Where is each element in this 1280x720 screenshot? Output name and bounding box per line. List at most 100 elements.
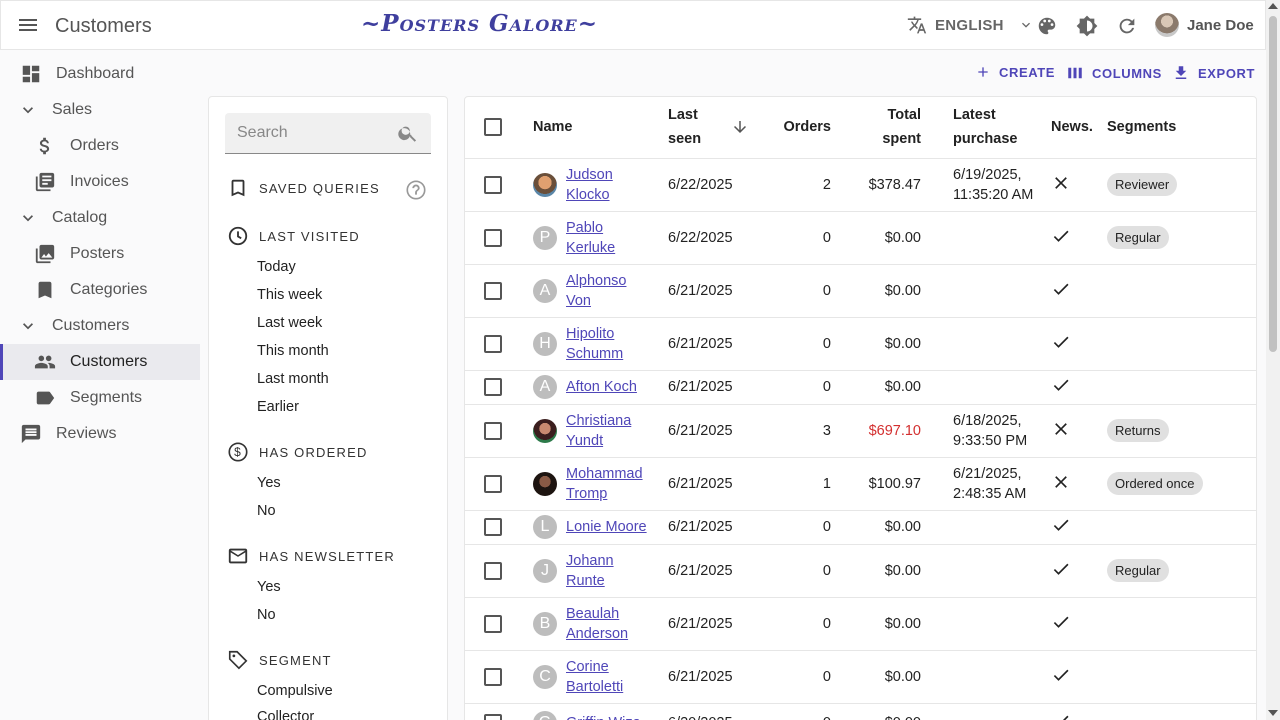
column-header-total-spent[interactable]: Total spent [831, 97, 921, 159]
table-row[interactable]: A Alphonso Von 6/21/2025 0 $0.00 [465, 264, 1256, 318]
filter-option-collector[interactable]: Collector [257, 709, 314, 720]
customer-name-link[interactable]: Hipolito [566, 324, 623, 344]
sidebar-group-customers[interactable]: Customers [0, 308, 200, 344]
table-row[interactable]: B Beaulah Anderson 6/21/2025 0 $0.00 [465, 597, 1256, 651]
customer-name-link[interactable]: Anderson [566, 624, 628, 644]
sidebar-item-customers[interactable]: Customers [0, 344, 200, 380]
row-checkbox[interactable] [484, 614, 502, 633]
select-all-checkbox[interactable] [484, 118, 502, 137]
customer-name-link[interactable]: Pablo [566, 218, 615, 238]
filter-option-last-month[interactable]: Last month [257, 371, 329, 387]
sidebar-group-sales[interactable]: Sales [0, 92, 200, 128]
menu-icon[interactable] [19, 16, 39, 36]
export-button[interactable]: EXPORT [1172, 64, 1255, 82]
theme-toggle-icon[interactable] [1076, 15, 1098, 37]
language-selector[interactable]: ENGLISH [907, 15, 1034, 35]
sidebar-item-posters[interactable]: Posters [0, 236, 200, 272]
sidebar-item-categories[interactable]: Categories [0, 272, 200, 308]
sidebar-item-reviews[interactable]: Reviews [0, 416, 200, 452]
filter-option-ordered-yes[interactable]: Yes [257, 475, 281, 491]
user-menu[interactable]: Jane Doe [1155, 13, 1254, 37]
search-icon[interactable] [397, 122, 419, 144]
scroll-up-arrow[interactable] [1268, 3, 1278, 9]
segments-cell: Returns [1107, 404, 1256, 458]
customer-name-link[interactable]: Judson [566, 165, 613, 185]
table-row[interactable]: C Corine Bartoletti 6/21/2025 0 $0.00 [465, 650, 1256, 704]
customer-name-link[interactable]: Beaulah [566, 604, 628, 624]
row-checkbox[interactable] [484, 714, 502, 720]
table-row[interactable]: Christiana Yundt 6/21/2025 3 $697.10 6/18/202… [465, 404, 1256, 458]
column-header-last-seen[interactable]: Last seen [668, 97, 771, 159]
filter-option-this-week[interactable]: This week [257, 287, 322, 303]
sidebar-item-segments[interactable]: Segments [0, 380, 200, 416]
customer-name-link[interactable]: Griffin Wiza [566, 713, 641, 720]
column-header-orders[interactable]: Orders [771, 97, 831, 159]
row-checkbox[interactable] [484, 228, 502, 247]
customer-name-link[interactable]: Mohammad [566, 464, 643, 484]
row-checkbox[interactable] [484, 561, 502, 580]
column-header-latest-purchase[interactable]: Latest purchase [921, 97, 1035, 159]
customer-name-link[interactable]: Tromp [566, 484, 643, 504]
table-row[interactable]: P Pablo Kerluke 6/22/2025 0 $0.00 Regular [465, 211, 1256, 265]
customer-name-link[interactable]: Alphonso [566, 271, 626, 291]
search-field[interactable] [225, 113, 431, 154]
customer-name-link[interactable]: Runte [566, 571, 614, 591]
table-row[interactable]: G Griffin Wiza 6/20/20250$0.00 [465, 703, 1256, 720]
column-header-newsletter[interactable]: News. [1035, 97, 1107, 159]
row-checkbox[interactable] [484, 667, 502, 686]
palette-icon[interactable] [1036, 15, 1058, 37]
row-checkbox[interactable] [484, 378, 502, 396]
search-input[interactable] [237, 124, 397, 142]
last-seen-cell: 6/21/2025 [668, 264, 771, 318]
column-header-name[interactable]: Name [520, 97, 668, 159]
filter-option-today[interactable]: Today [257, 259, 296, 275]
sidebar-item-orders[interactable]: Orders [0, 128, 200, 164]
help-icon[interactable] [405, 179, 427, 201]
customer-name-link[interactable]: Bartoletti [566, 677, 623, 697]
column-header-label: seen [668, 131, 702, 148]
customer-name-link[interactable]: Corine [566, 657, 623, 677]
customer-name-link[interactable]: Johann [566, 551, 614, 571]
table-row[interactable]: A Afton Koch 6/21/2025 0 $0.00 [465, 370, 1256, 405]
last-seen-cell: 6/21/2025 [668, 317, 771, 371]
customer-name-link[interactable]: Kerluke [566, 238, 615, 258]
customer-name-link[interactable]: Von [566, 291, 626, 311]
create-label: CREATE [999, 64, 1056, 80]
row-checkbox[interactable] [484, 474, 502, 493]
sidebar-item-dashboard[interactable]: Dashboard [0, 56, 200, 92]
scroll-down-arrow[interactable] [1268, 710, 1278, 716]
customer-name-link[interactable]: Christiana [566, 411, 631, 431]
table-row[interactable]: J Johann Runte 6/21/2025 0 $0.00 Regular [465, 544, 1256, 598]
filter-option-this-month[interactable]: This month [257, 343, 329, 359]
filter-option-ordered-no[interactable]: No [257, 503, 276, 519]
sidebar-item-invoices[interactable]: Invoices [0, 164, 200, 200]
row-checkbox[interactable] [484, 421, 502, 440]
filter-option-newsletter-yes[interactable]: Yes [257, 579, 281, 595]
row-checkbox[interactable] [484, 334, 502, 353]
vertical-scrollbar[interactable] [1266, 0, 1280, 720]
columns-button[interactable]: COLUMNS [1066, 64, 1162, 82]
refresh-icon[interactable] [1116, 15, 1138, 37]
filter-option-compulsive[interactable]: Compulsive [257, 683, 333, 699]
filter-option-earlier[interactable]: Earlier [257, 399, 299, 415]
latest-purchase-time: 11:35:20 AM [953, 186, 1034, 203]
customer-name-link[interactable]: Klocko [566, 185, 613, 205]
customer-name-link[interactable]: Yundt [566, 431, 631, 451]
total-spent-cell: $0.00 [831, 211, 921, 265]
row-checkbox[interactable] [484, 518, 502, 536]
table-row[interactable]: Mohammad Tromp 6/21/2025 1 $100.97 6/21/2025,… [465, 457, 1256, 511]
avatar-initial: P [539, 228, 551, 246]
row-checkbox[interactable] [484, 281, 502, 300]
table-row[interactable]: L Lonie Moore 6/21/2025 0 $0.00 [465, 510, 1256, 545]
customer-name-link[interactable]: Lonie Moore [566, 517, 647, 537]
customer-name-link[interactable]: Schumm [566, 344, 623, 364]
row-checkbox[interactable] [484, 175, 502, 194]
scrollbar-thumb[interactable] [1269, 16, 1277, 352]
filter-option-newsletter-no[interactable]: No [257, 607, 276, 623]
table-row[interactable]: Judson Klocko 6/22/2025 2 $378.47 6/19/2025, 1… [465, 158, 1256, 212]
customer-name-link[interactable]: Afton Koch [566, 377, 637, 397]
filter-option-last-week[interactable]: Last week [257, 315, 322, 331]
sidebar-group-catalog[interactable]: Catalog [0, 200, 200, 236]
table-row[interactable]: H Hipolito Schumm 6/21/2025 0 $0.00 [465, 317, 1256, 371]
create-button[interactable]: CREATE [975, 64, 1055, 80]
